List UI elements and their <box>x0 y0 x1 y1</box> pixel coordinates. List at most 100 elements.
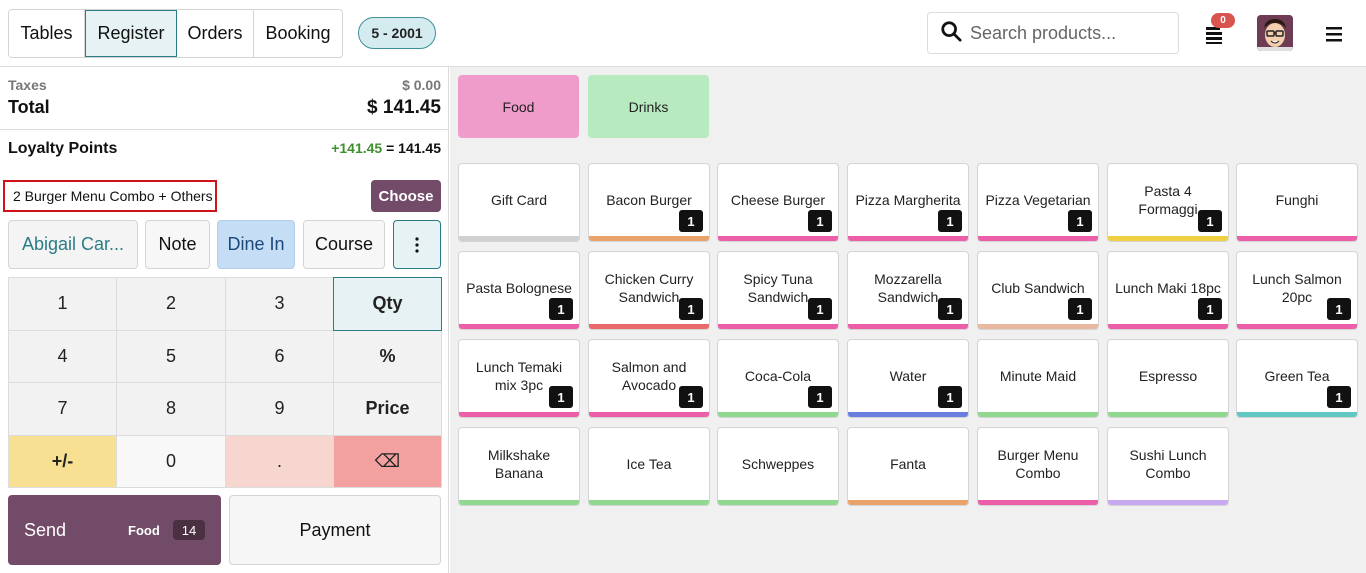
product-card[interactable]: Club Sandwich 1 <box>977 251 1099 330</box>
send-button[interactable]: Send Food 14 <box>8 495 221 565</box>
numpad-key-5[interactable]: 5 <box>116 329 226 383</box>
dine-in-button[interactable]: Dine In <box>217 220 295 269</box>
product-card[interactable]: Green Tea 1 <box>1236 339 1358 418</box>
send-count-badge: 14 <box>173 520 205 540</box>
product-card[interactable]: Pizza Vegetarian 1 <box>977 163 1099 242</box>
send-label: Send <box>24 519 67 540</box>
product-card[interactable]: Lunch Temaki mix 3pc 1 <box>458 339 580 418</box>
product-card[interactable]: Burger Menu Combo <box>977 427 1099 506</box>
total-value: $ 141.45 <box>367 97 441 118</box>
loyalty-earned: +141.45 <box>331 140 383 156</box>
more-actions-button[interactable] <box>393 220 441 269</box>
product-card[interactable]: Milkshake Banana <box>458 427 580 506</box>
product-card[interactable]: Espresso <box>1107 339 1229 418</box>
numpad-key-6[interactable]: 6 <box>225 329 334 383</box>
table-badge[interactable]: 5 - 2001 <box>358 17 436 49</box>
product-category-bar <box>589 236 709 241</box>
product-qty-badge: 1 <box>1198 210 1222 232</box>
product-name: Fanta <box>890 455 926 472</box>
product-category-bar <box>1108 500 1228 505</box>
product-card[interactable]: Funghi <box>1236 163 1358 242</box>
send-category: Food <box>128 522 160 538</box>
product-card[interactable]: Spicy Tuna Sandwich 1 <box>717 251 839 330</box>
numpad-key-2[interactable]: 2 <box>116 277 226 331</box>
numpad: 1 2 3 Qty 4 5 6 % 7 8 9 Price +/- 0 . ⌫ <box>8 277 442 488</box>
choose-reward-button[interactable]: Choose <box>371 180 441 212</box>
numpad-plus-minus[interactable]: +/- <box>8 434 117 488</box>
product-card[interactable]: Pizza Margherita 1 <box>847 163 969 242</box>
category-drinks[interactable]: Drinks <box>588 75 709 138</box>
search-input[interactable] <box>970 22 1160 44</box>
product-name: Schweppes <box>741 455 815 472</box>
product-qty-badge: 1 <box>549 386 573 408</box>
product-category-bar <box>1108 324 1228 329</box>
numpad-price[interactable]: Price <box>333 382 442 436</box>
product-card[interactable]: Ice Tea <box>588 427 710 506</box>
top-bar: Tables Register Orders Booking 5 - 2001 … <box>0 0 1366 67</box>
taxes-value: $ 0.00 <box>402 77 441 93</box>
numpad-percent[interactable]: % <box>333 329 442 383</box>
product-card[interactable]: Fanta <box>847 427 969 506</box>
numpad-decimal[interactable]: . <box>225 434 334 488</box>
numpad-key-9[interactable]: 9 <box>225 382 334 436</box>
product-card[interactable]: Coca-Cola 1 <box>717 339 839 418</box>
search-bar[interactable] <box>927 12 1179 54</box>
loyalty-total: = 141.45 <box>382 140 441 156</box>
tab-booking[interactable]: Booking <box>254 10 342 57</box>
product-category-bar <box>718 236 838 241</box>
product-qty-badge: 1 <box>549 298 573 320</box>
total-label: Total <box>8 97 50 117</box>
product-card[interactable]: Sushi Lunch Combo <box>1107 427 1229 506</box>
product-name: Ice Tea <box>626 455 672 472</box>
product-card[interactable]: Pasta Bolognese 1 <box>458 251 580 330</box>
notification-badge: 0 <box>1211 13 1235 28</box>
product-name: Espresso <box>1138 367 1198 384</box>
product-category-bar <box>848 412 968 417</box>
tab-tables[interactable]: Tables <box>9 10 85 57</box>
numpad-key-1[interactable]: 1 <box>8 277 117 331</box>
product-card[interactable]: Mozzarella Sandwich 1 <box>847 251 969 330</box>
customer-button[interactable]: Abigail Car... <box>8 220 138 269</box>
category-food[interactable]: Food <box>458 75 579 138</box>
product-card[interactable]: Bacon Burger 1 <box>588 163 710 242</box>
numpad-key-3[interactable]: 3 <box>225 277 334 331</box>
product-category-bar <box>589 412 709 417</box>
product-category-bar <box>1237 324 1357 329</box>
product-card[interactable]: Pasta 4 Formaggi 1 <box>1107 163 1229 242</box>
divider <box>0 129 449 130</box>
product-qty-badge: 1 <box>938 210 962 232</box>
numpad-key-4[interactable]: 4 <box>8 329 117 383</box>
product-card[interactable]: Gift Card <box>458 163 580 242</box>
tab-register[interactable]: Register <box>85 10 177 57</box>
product-category-bar <box>978 324 1098 329</box>
product-card[interactable]: Chicken Curry Sandwich 1 <box>588 251 710 330</box>
numpad-key-7[interactable]: 7 <box>8 382 117 436</box>
product-card[interactable]: Cheese Burger 1 <box>717 163 839 242</box>
product-card[interactable]: Lunch Maki 18pc 1 <box>1107 251 1229 330</box>
search-icon <box>940 20 962 47</box>
numpad-key-0[interactable]: 0 <box>116 434 226 488</box>
course-button[interactable]: Course <box>303 220 385 269</box>
product-name: Gift Card <box>490 191 547 208</box>
product-card[interactable]: Schweppes <box>717 427 839 506</box>
payment-button[interactable]: Payment <box>229 495 441 565</box>
product-card[interactable]: Water 1 <box>847 339 969 418</box>
product-qty-badge: 1 <box>1068 210 1092 232</box>
product-card[interactable]: Minute Maid <box>977 339 1099 418</box>
product-qty-badge: 1 <box>938 298 962 320</box>
tab-orders[interactable]: Orders <box>177 10 254 57</box>
product-card[interactable]: Lunch Salmon 20pc 1 <box>1236 251 1358 330</box>
product-category-bar <box>978 500 1098 505</box>
numpad-key-8[interactable]: 8 <box>116 382 226 436</box>
numpad-qty[interactable]: Qty <box>333 277 442 331</box>
hamburger-menu-icon[interactable] <box>1322 22 1346 46</box>
user-avatar[interactable] <box>1257 15 1293 51</box>
numpad-backspace[interactable]: ⌫ <box>333 434 442 488</box>
product-card[interactable]: Salmon and Avocado 1 <box>588 339 710 418</box>
product-qty-badge: 1 <box>679 386 703 408</box>
product-category-bar <box>459 500 579 505</box>
product-name: Funghi <box>1275 191 1319 208</box>
note-button[interactable]: Note <box>145 220 210 269</box>
product-category-bar <box>848 324 968 329</box>
product-qty-badge: 1 <box>1198 298 1222 320</box>
